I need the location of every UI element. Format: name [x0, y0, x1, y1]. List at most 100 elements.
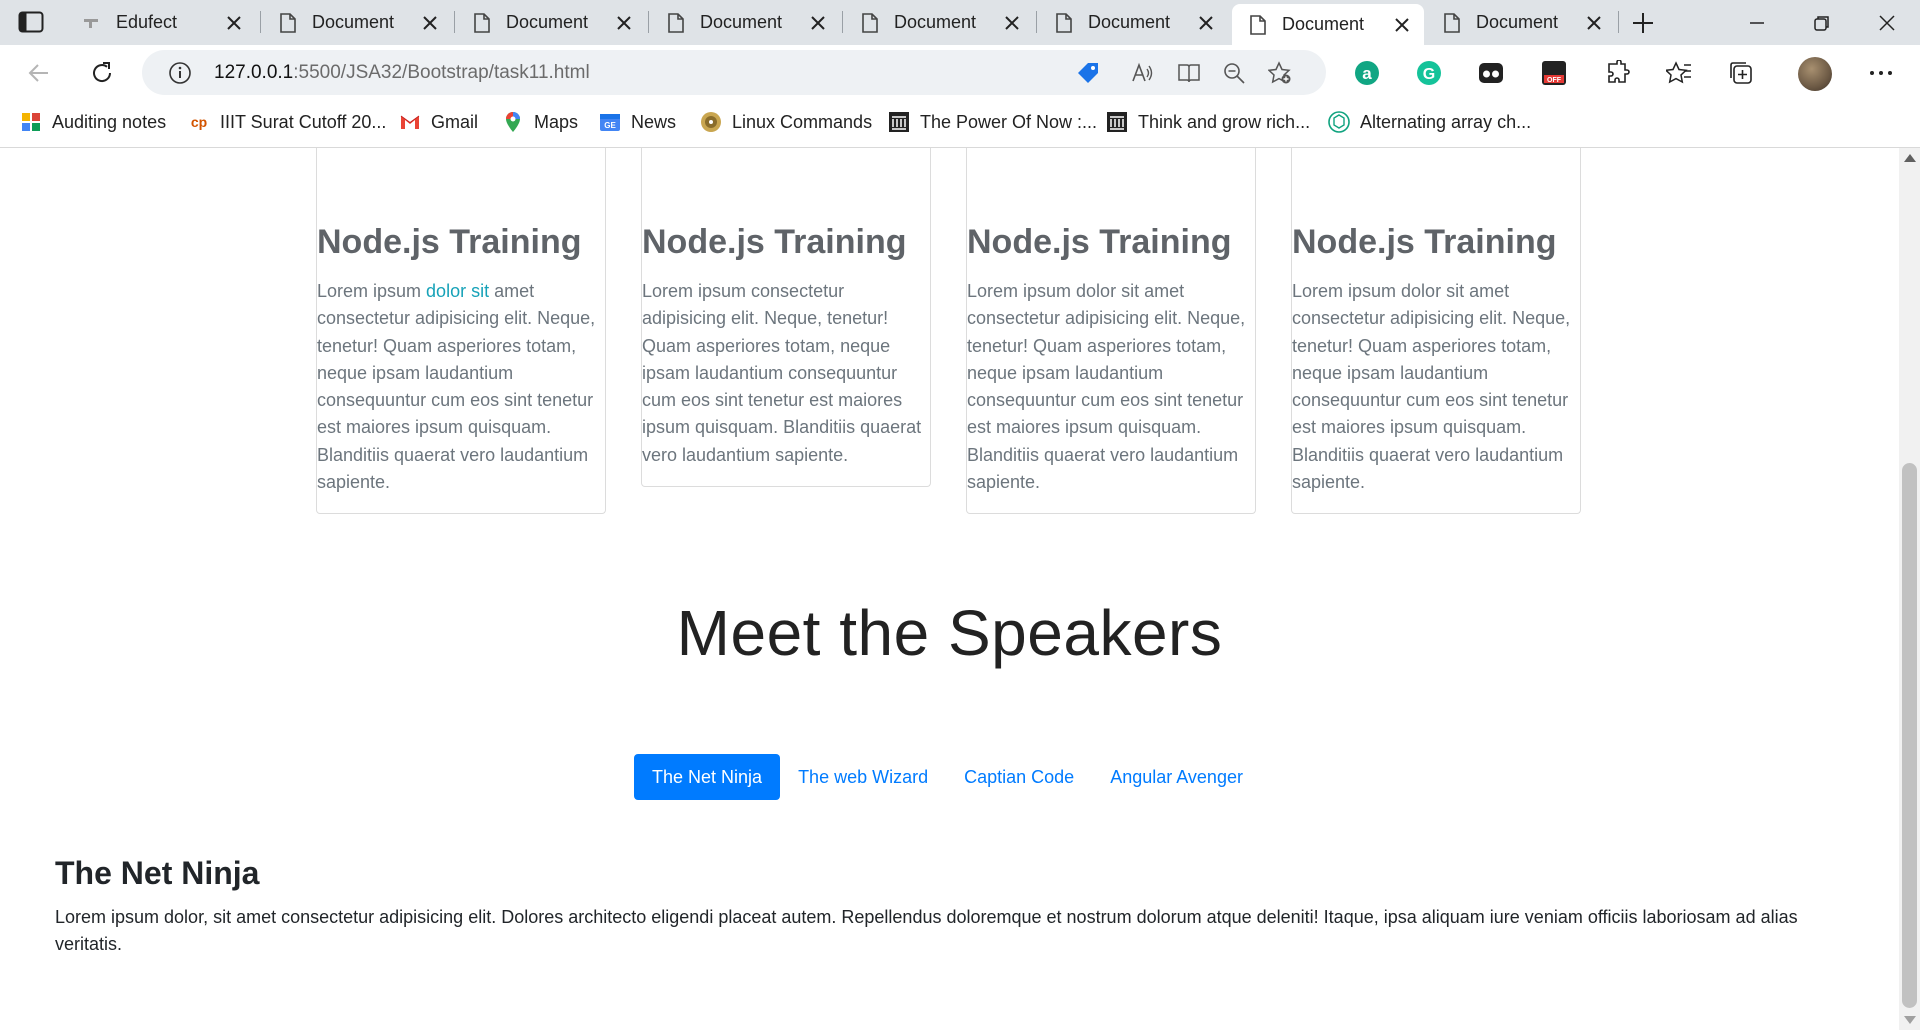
loading-dash-icon	[84, 18, 98, 28]
pill-the-net-ninja[interactable]: The Net Ninja	[634, 754, 781, 800]
card-text: Lorem ipsum dolor sit amet consectetur a…	[1292, 281, 1571, 493]
page-icon	[280, 12, 296, 33]
course-card-3: Node.js Training Lorem ipsum dolor sit a…	[966, 148, 1256, 514]
pill-angular-avenger[interactable]: Angular Avenger	[1092, 754, 1261, 800]
read-aloud-icon[interactable]	[1130, 61, 1154, 85]
card-text: Lorem ipsum dolor sit amet consectetur a…	[967, 281, 1246, 493]
card-title: Node.js Training	[967, 223, 1232, 261]
bookmark-label: Maps	[534, 111, 579, 132]
more-menu-icon[interactable]	[1868, 60, 1894, 86]
bookmark-think-grow-rich[interactable]: Think and grow rich...	[1106, 111, 1310, 133]
bookmark-auditing-notes[interactable]: Auditing notes	[20, 111, 166, 133]
grammarly-a-icon[interactable]: a	[1354, 60, 1380, 86]
url-text[interactable]: 127.0.0.1:5500/JSA32/Bootstrap/task11.ht…	[214, 62, 590, 84]
tab-separator	[454, 11, 455, 33]
scrollbar-thumb[interactable]	[1902, 463, 1917, 1008]
minimize-icon[interactable]	[1748, 14, 1766, 32]
speaker-pane-title: The Net Ninja	[55, 855, 260, 891]
card-title: Node.js Training	[317, 223, 582, 261]
speaker-pane-text: Lorem ipsum dolor, sit amet consectetur …	[55, 907, 1798, 954]
tab-4[interactable]: Document	[844, 0, 1034, 45]
library-icon	[1107, 112, 1127, 132]
tab-title: Document	[506, 12, 589, 32]
pill-the-web-wizard[interactable]: The web Wizard	[780, 754, 946, 800]
close-icon[interactable]	[422, 15, 438, 31]
pill-captian-code[interactable]: Captian Code	[946, 754, 1092, 800]
bookmark-iiit-surat[interactable]: cp IIIT Surat Cutoff 20...	[188, 111, 387, 133]
address-bar[interactable]: 127.0.0.1:5500/JSA32/Bootstrap/task11.ht…	[142, 50, 1326, 95]
tab-title: Document	[700, 12, 783, 32]
close-icon[interactable]	[226, 15, 242, 31]
close-window-icon[interactable]	[1878, 14, 1896, 32]
bookmark-maps[interactable]: Maps	[502, 111, 578, 133]
collections-icon[interactable]	[1728, 60, 1754, 86]
tab-0[interactable]: Edufect	[66, 0, 256, 45]
bookmark-news[interactable]: GE News	[599, 111, 676, 133]
new-tab-icon[interactable]	[1632, 12, 1654, 34]
extension-eyes-icon[interactable]	[1478, 60, 1504, 86]
card-title: Node.js Training	[642, 223, 907, 261]
course-card-4: Node.js Training Lorem ipsum dolor sit a…	[1291, 148, 1581, 514]
bookmark-label: Alternating array ch...	[1360, 111, 1532, 132]
tab-5[interactable]: Document	[1038, 0, 1228, 45]
back-arrow-icon[interactable]	[26, 60, 52, 86]
card-link[interactable]: dolor sit	[426, 281, 489, 301]
tab-3[interactable]: Document	[650, 0, 840, 45]
tab-1[interactable]: Document	[262, 0, 452, 45]
adblock-off-icon[interactable]: OFF	[1541, 60, 1567, 86]
tab-separator	[842, 11, 843, 33]
bookmark-power-of-now[interactable]: The Power Of Now :...	[888, 111, 1097, 133]
tab-separator	[648, 11, 649, 33]
svg-text:a: a	[1362, 64, 1372, 83]
page-icon	[1056, 12, 1072, 33]
url-host: 127.0.0.1	[214, 62, 294, 83]
refresh-icon[interactable]	[89, 60, 115, 86]
url-path: :5500/JSA32/Bootstrap/task11.html	[293, 62, 590, 83]
bookmark-gmail[interactable]: Gmail	[399, 111, 478, 133]
card-title: Node.js Training	[1292, 223, 1557, 261]
extensions-puzzle-icon[interactable]	[1604, 60, 1630, 86]
close-icon[interactable]	[1004, 15, 1020, 31]
bookmarks-bar: Auditing notes cp IIIT Surat Cutoff 20..…	[0, 101, 1920, 148]
tab-6-active[interactable]: Document	[1232, 4, 1424, 45]
scroll-up-arrow-icon[interactable]	[1904, 154, 1916, 162]
page-icon	[1250, 14, 1266, 35]
tab-separator	[1036, 11, 1037, 33]
immersive-reader-icon[interactable]	[1177, 61, 1201, 85]
speaker-pills-nav: The Net Ninja The web Wizard Captian Cod…	[634, 754, 1261, 800]
close-icon[interactable]	[1586, 15, 1602, 31]
tab-actions-icon[interactable]	[18, 11, 44, 33]
tab-title: Document	[312, 12, 395, 32]
scroll-down-arrow-icon[interactable]	[1904, 1016, 1916, 1024]
grammarly-g-icon[interactable]: G	[1416, 60, 1442, 86]
close-icon[interactable]	[810, 15, 826, 31]
browser-toolbar: 127.0.0.1:5500/JSA32/Bootstrap/task11.ht…	[0, 45, 1920, 101]
tab-separator	[1618, 11, 1619, 33]
chatgpt-icon	[1328, 111, 1350, 133]
bookmark-label: Linux Commands	[732, 111, 873, 132]
disc-icon	[701, 112, 721, 132]
page-icon	[474, 12, 490, 33]
restore-icon[interactable]	[1813, 14, 1831, 32]
bookmark-linux-commands[interactable]: Linux Commands	[700, 111, 872, 133]
zoom-out-icon[interactable]	[1222, 61, 1246, 85]
profile-avatar[interactable]	[1798, 57, 1832, 91]
tab-2[interactable]: Document	[456, 0, 646, 45]
bookmark-label: Think and grow rich...	[1138, 111, 1311, 132]
page-scrollbar[interactable]	[1899, 148, 1920, 1030]
favorites-icon[interactable]	[1666, 60, 1692, 86]
site-info-icon[interactable]	[168, 61, 192, 85]
add-favorite-icon[interactable]	[1268, 61, 1292, 85]
close-icon[interactable]	[616, 15, 632, 31]
library-icon	[889, 112, 909, 132]
page-icon	[1444, 12, 1460, 33]
coupon-tag-icon[interactable]	[1076, 61, 1100, 85]
gmail-icon	[400, 115, 420, 129]
tab-7[interactable]: Document	[1426, 0, 1616, 45]
tab-separator	[260, 11, 261, 33]
bookmark-alternating-array[interactable]: Alternating array ch...	[1328, 111, 1531, 133]
close-icon[interactable]	[1394, 17, 1410, 33]
close-icon[interactable]	[1198, 15, 1214, 31]
bookmark-label: News	[631, 111, 677, 132]
page-icon	[668, 12, 684, 33]
